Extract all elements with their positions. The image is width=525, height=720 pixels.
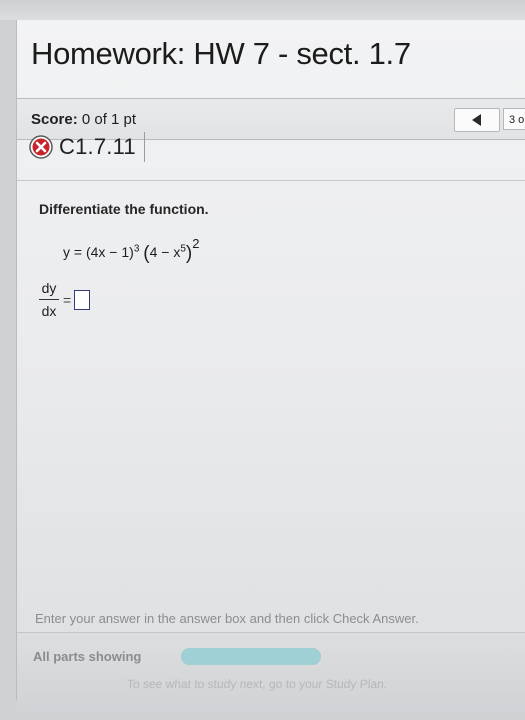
incorrect-x-icon: [29, 135, 53, 159]
fraction-denominator: dx: [41, 303, 57, 319]
equation-inner: 4 − x: [149, 244, 181, 260]
answer-instructions: Enter your answer in the answer box and …: [35, 611, 419, 626]
divider: [17, 180, 525, 181]
function-equation: y = (4x − 1)3 (4 − x5)2: [63, 236, 199, 265]
fraction-numerator: dy: [41, 280, 57, 296]
question-prompt: Differentiate the function.: [39, 201, 209, 217]
parts-status-label: All parts showing: [33, 649, 142, 664]
question-header: C1.7.11: [29, 125, 145, 169]
text-caret: [143, 132, 145, 162]
study-plan-link[interactable]: To see what to study next, go to your St…: [127, 677, 388, 691]
question-number-selector[interactable]: 3 o: [503, 108, 525, 130]
equals-sign: =: [63, 291, 72, 308]
triangle-left-icon: [472, 114, 481, 126]
equation-lhs: y = (4x − 1): [63, 244, 134, 260]
page-title: Homework: HW 7 - sect. 1.7: [31, 36, 411, 71]
progress-fill: [181, 648, 321, 665]
previous-question-button[interactable]: [454, 108, 500, 132]
equation-exponent-2: 2: [192, 236, 200, 251]
derivative-fraction: dy dx: [39, 280, 59, 319]
equation-exponent-1: 3: [133, 243, 140, 255]
homework-panel: Homework: HW 7 - sect. 1.7 Score: 0 of 1…: [16, 20, 525, 720]
fraction-bar: [39, 299, 59, 300]
footer-bar: All parts showing To see what to study n…: [17, 633, 525, 720]
answer-input-box[interactable]: [74, 289, 91, 310]
browser-top-bar: [0, 0, 525, 20]
parts-progress-bar: [181, 648, 321, 665]
question-id: C1.7.11: [59, 134, 136, 159]
derivative-answer-row: dy dx =: [39, 280, 91, 319]
